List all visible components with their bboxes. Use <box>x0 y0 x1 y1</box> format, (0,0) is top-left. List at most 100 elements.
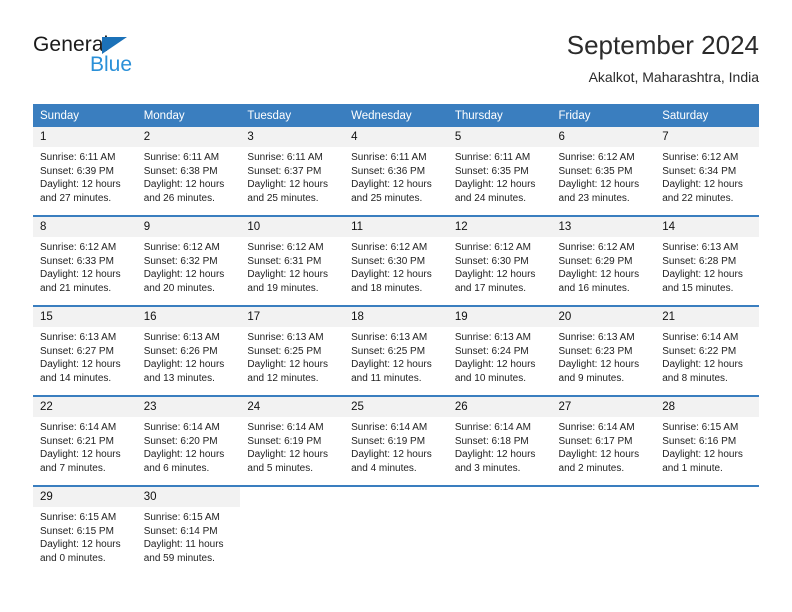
day-number: 19 <box>447 307 552 327</box>
sunrise-text: Sunrise: 6:13 AM <box>454 332 531 343</box>
calendar-day-cell[interactable]: 10 Sunrise: 6:12 AM Sunset: 6:31 PM Dayligh… <box>240 215 345 306</box>
day-number: 24 <box>240 397 345 417</box>
sunset-text: Sunset: 6:38 PM <box>143 165 218 177</box>
calendar-day-cell[interactable]: 21 Sunrise: 6:14 AM Sunset: 6:22 PM Dayligh… <box>655 305 759 396</box>
daylight-text: Daylight: 12 hours and 5 minutes. <box>247 449 329 474</box>
daylight-text: Daylight: 12 hours and 7 minutes. <box>40 449 121 474</box>
sunrise-text: Sunrise: 6:14 AM <box>143 422 220 433</box>
daylight-text: Daylight: 12 hours and 11 minutes. <box>351 359 432 384</box>
sunrise-text: Sunrise: 6:15 AM <box>662 422 739 433</box>
calendar-day-cell[interactable]: 29 Sunrise: 6:15 AM Sunset: 6:15 PM Dayligh… <box>33 485 137 575</box>
day-number: 26 <box>447 397 552 417</box>
day-number: 21 <box>655 307 759 327</box>
sunset-text: Sunset: 6:34 PM <box>662 165 737 177</box>
day-number <box>344 487 448 507</box>
calendar-day-cell[interactable]: 3 Sunrise: 6:11 AM Sunset: 6:37 PM Daylight… <box>240 127 345 216</box>
daylight-text: Daylight: 12 hours and 1 minute. <box>662 449 743 474</box>
sunset-text: Sunset: 6:31 PM <box>247 255 322 267</box>
page-title: September 2024 <box>566 30 759 60</box>
day-details: Sunrise: 6:14 AM Sunset: 6:20 PM Daylight:… <box>137 417 241 475</box>
sunrise-text: Sunrise: 6:12 AM <box>454 242 531 253</box>
day-number: 20 <box>551 307 656 327</box>
calendar-day-cell[interactable]: 8 Sunrise: 6:12 AM Sunset: 6:33 PM Daylight… <box>33 215 137 306</box>
sunrise-text: Sunrise: 6:12 AM <box>351 242 428 253</box>
daylight-text: Daylight: 12 hours and 13 minutes. <box>143 359 225 384</box>
sunset-text: Sunset: 6:27 PM <box>40 345 114 357</box>
day-number: 5 <box>447 127 552 147</box>
sunset-text: Sunset: 6:19 PM <box>247 435 322 447</box>
daylight-text: Daylight: 12 hours and 14 minutes. <box>40 359 121 384</box>
general-blue-logo[interactable]: General Blue <box>33 33 233 89</box>
calendar-day-cell[interactable]: 30 Sunrise: 6:15 AM Sunset: 6:14 PM Dayligh… <box>136 485 241 575</box>
calendar-day-cell[interactable]: 25 Sunrise: 6:14 AM Sunset: 6:19 PM Dayligh… <box>344 395 448 486</box>
calendar-day-cell[interactable]: 19 Sunrise: 6:13 AM Sunset: 6:24 PM Dayligh… <box>447 305 552 396</box>
sunrise-text: Sunrise: 6:12 AM <box>662 152 739 163</box>
calendar-day-cell[interactable]: 16 Sunrise: 6:13 AM Sunset: 6:26 PM Dayligh… <box>136 305 241 396</box>
sunset-text: Sunset: 6:21 PM <box>40 435 114 447</box>
calendar-empty-cell <box>655 485 759 575</box>
calendar-day-cell[interactable]: 5 Sunrise: 6:11 AM Sunset: 6:35 PM Daylight… <box>447 127 552 216</box>
day-number: 18 <box>344 307 448 327</box>
day-details: Sunrise: 6:14 AM Sunset: 6:22 PM Daylight:… <box>655 327 759 385</box>
day-details: Sunrise: 6:12 AM Sunset: 6:33 PM Daylight:… <box>33 237 137 295</box>
calendar-header-row: Sunday Monday Tuesday Wednesday Thursday… <box>33 104 759 127</box>
calendar-day-cell[interactable]: 9 Sunrise: 6:12 AM Sunset: 6:32 PM Daylight… <box>136 215 241 306</box>
weekday-header-saturday: Saturday <box>655 104 759 127</box>
calendar-day-cell[interactable]: 18 Sunrise: 6:13 AM Sunset: 6:25 PM Dayligh… <box>344 305 448 396</box>
sunrise-text: Sunrise: 6:13 AM <box>40 332 117 343</box>
day-details: Sunrise: 6:14 AM Sunset: 6:21 PM Daylight:… <box>33 417 137 475</box>
day-details: Sunrise: 6:12 AM Sunset: 6:32 PM Daylight:… <box>137 237 241 295</box>
day-details: Sunrise: 6:13 AM Sunset: 6:25 PM Daylight:… <box>344 327 448 385</box>
sunrise-sunset-calendar: Sunday Monday Tuesday Wednesday Thursday… <box>33 104 759 575</box>
calendar-day-cell[interactable]: 28 Sunrise: 6:15 AM Sunset: 6:16 PM Dayligh… <box>655 395 759 486</box>
calendar-day-cell[interactable]: 15 Sunrise: 6:13 AM Sunset: 6:27 PM Dayligh… <box>33 305 137 396</box>
day-details: Sunrise: 6:11 AM Sunset: 6:39 PM Daylight:… <box>33 147 137 205</box>
sunset-text: Sunset: 6:18 PM <box>454 435 529 447</box>
sunset-text: Sunset: 6:36 PM <box>351 165 426 177</box>
calendar-day-cell[interactable]: 24 Sunrise: 6:14 AM Sunset: 6:19 PM Dayligh… <box>240 395 345 486</box>
calendar-day-cell[interactable]: 27 Sunrise: 6:14 AM Sunset: 6:17 PM Dayligh… <box>551 395 656 486</box>
sunrise-text: Sunrise: 6:11 AM <box>143 152 220 163</box>
daylight-text: Daylight: 12 hours and 4 minutes. <box>351 449 432 474</box>
calendar-day-cell[interactable]: 11 Sunrise: 6:12 AM Sunset: 6:30 PM Dayligh… <box>344 215 448 306</box>
sunset-text: Sunset: 6:22 PM <box>662 345 737 357</box>
sunrise-text: Sunrise: 6:12 AM <box>558 152 635 163</box>
calendar-day-cell[interactable]: 12 Sunrise: 6:12 AM Sunset: 6:30 PM Dayligh… <box>447 215 552 306</box>
sunset-text: Sunset: 6:24 PM <box>454 345 529 357</box>
calendar-day-cell[interactable]: 17 Sunrise: 6:13 AM Sunset: 6:25 PM Dayligh… <box>240 305 345 396</box>
calendar-day-cell[interactable]: 1 Sunrise: 6:11 AM Sunset: 6:39 PM Daylight… <box>33 127 137 216</box>
daylight-text: Daylight: 12 hours and 6 minutes. <box>143 449 225 474</box>
sunrise-text: Sunrise: 6:13 AM <box>662 242 739 253</box>
calendar-empty-cell <box>551 485 656 575</box>
calendar-day-cell[interactable]: 4 Sunrise: 6:11 AM Sunset: 6:36 PM Daylight… <box>344 127 448 216</box>
day-details: Sunrise: 6:11 AM Sunset: 6:37 PM Daylight:… <box>240 147 344 205</box>
calendar-empty-cell <box>344 485 448 575</box>
daylight-text: Daylight: 12 hours and 22 minutes. <box>662 179 743 204</box>
weekday-header-monday: Monday <box>136 104 241 127</box>
sunrise-text: Sunrise: 6:12 AM <box>143 242 220 253</box>
calendar-day-cell[interactable]: 23 Sunrise: 6:14 AM Sunset: 6:20 PM Dayligh… <box>136 395 241 486</box>
calendar-day-cell[interactable]: 7 Sunrise: 6:12 AM Sunset: 6:34 PM Daylight… <box>655 127 759 216</box>
day-number: 11 <box>344 217 448 237</box>
sunrise-text: Sunrise: 6:13 AM <box>247 332 324 343</box>
sunrise-text: Sunrise: 6:12 AM <box>40 242 117 253</box>
calendar-day-cell[interactable]: 20 Sunrise: 6:13 AM Sunset: 6:23 PM Dayligh… <box>551 305 656 396</box>
day-number: 15 <box>33 307 137 327</box>
day-number <box>551 487 656 507</box>
calendar-day-cell[interactable]: 26 Sunrise: 6:14 AM Sunset: 6:18 PM Dayligh… <box>447 395 552 486</box>
sunset-text: Sunset: 6:17 PM <box>558 435 633 447</box>
sunset-text: Sunset: 6:16 PM <box>662 435 737 447</box>
sunrise-text: Sunrise: 6:13 AM <box>558 332 635 343</box>
sunset-text: Sunset: 6:29 PM <box>558 255 633 267</box>
calendar-day-cell[interactable]: 2 Sunrise: 6:11 AM Sunset: 6:38 PM Daylight… <box>136 127 241 216</box>
calendar-day-cell[interactable]: 14 Sunrise: 6:13 AM Sunset: 6:28 PM Dayligh… <box>655 215 759 306</box>
daylight-text: Daylight: 12 hours and 9 minutes. <box>558 359 640 384</box>
calendar-day-cell[interactable]: 13 Sunrise: 6:12 AM Sunset: 6:29 PM Dayligh… <box>551 215 656 306</box>
calendar-day-cell[interactable]: 22 Sunrise: 6:14 AM Sunset: 6:21 PM Dayligh… <box>33 395 137 486</box>
day-details: Sunrise: 6:13 AM Sunset: 6:25 PM Daylight:… <box>240 327 344 385</box>
day-number: 27 <box>551 397 656 417</box>
daylight-text: Daylight: 12 hours and 23 minutes. <box>558 179 640 204</box>
sunrise-text: Sunrise: 6:11 AM <box>454 152 531 163</box>
calendar-day-cell[interactable]: 6 Sunrise: 6:12 AM Sunset: 6:35 PM Daylight… <box>551 127 656 216</box>
sunrise-text: Sunrise: 6:14 AM <box>40 422 117 433</box>
